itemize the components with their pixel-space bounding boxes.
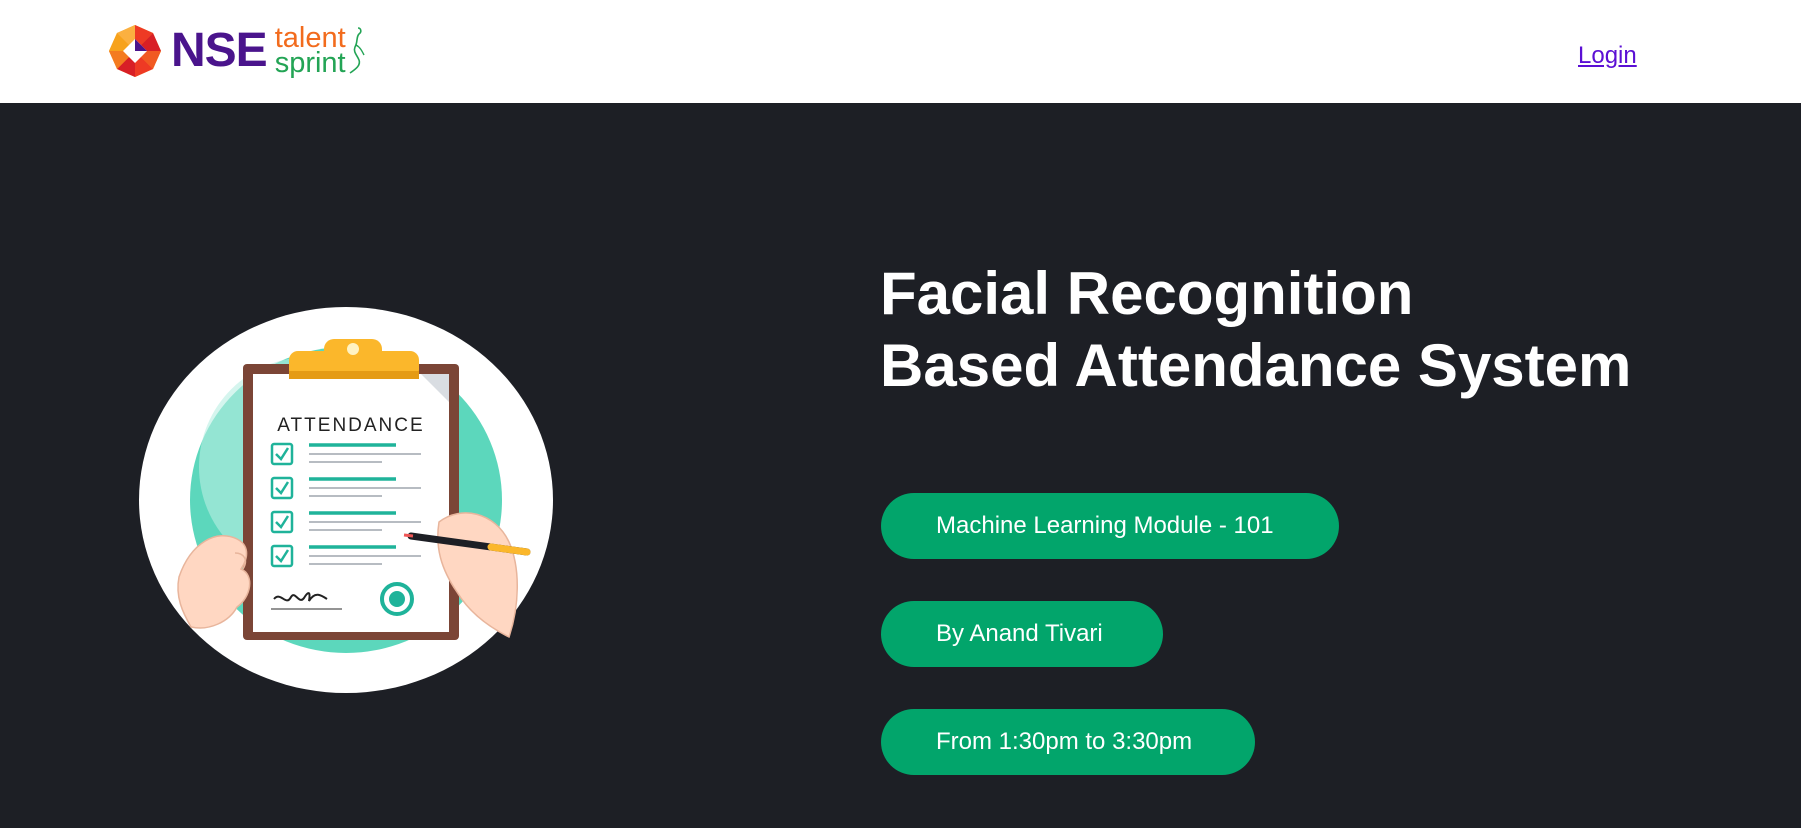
logo-sprint-text: sprint bbox=[274, 47, 346, 79]
logo-nse-text: NSE bbox=[171, 24, 268, 77]
login-link[interactable]: Login bbox=[1578, 42, 1637, 70]
module-pill: Machine Learning Module - 101 bbox=[881, 493, 1339, 559]
logo-talentsprint: talent sprint bbox=[274, 24, 346, 79]
nse-diamond-logo-icon bbox=[109, 25, 161, 77]
attendance-heading: ATTENDANCE bbox=[277, 415, 424, 436]
time-label: From 1:30pm to 3:30pm bbox=[936, 728, 1193, 755]
attendance-clipboard-illustration: ATTENDANCE bbox=[139, 307, 553, 693]
top-navbar: NSE talent sprint Login bbox=[0, 0, 1801, 103]
page-title: Facial Recognition Based Attendance Syst… bbox=[880, 258, 1631, 402]
title-line-2: Based Attendance System bbox=[880, 332, 1632, 399]
attendance-illustration: ATTENDANCE bbox=[139, 307, 553, 694]
title-line-1: Facial Recognition bbox=[880, 260, 1414, 327]
author-label: By Anand Tivari bbox=[936, 620, 1103, 647]
author-pill: By Anand Tivari bbox=[881, 601, 1163, 667]
time-pill: From 1:30pm to 3:30pm bbox=[881, 709, 1255, 775]
runner-icon bbox=[349, 27, 365, 74]
module-label: Machine Learning Module - 101 bbox=[936, 512, 1274, 539]
nse-talentsprint-logo[interactable]: NSE talent sprint bbox=[107, 22, 366, 80]
